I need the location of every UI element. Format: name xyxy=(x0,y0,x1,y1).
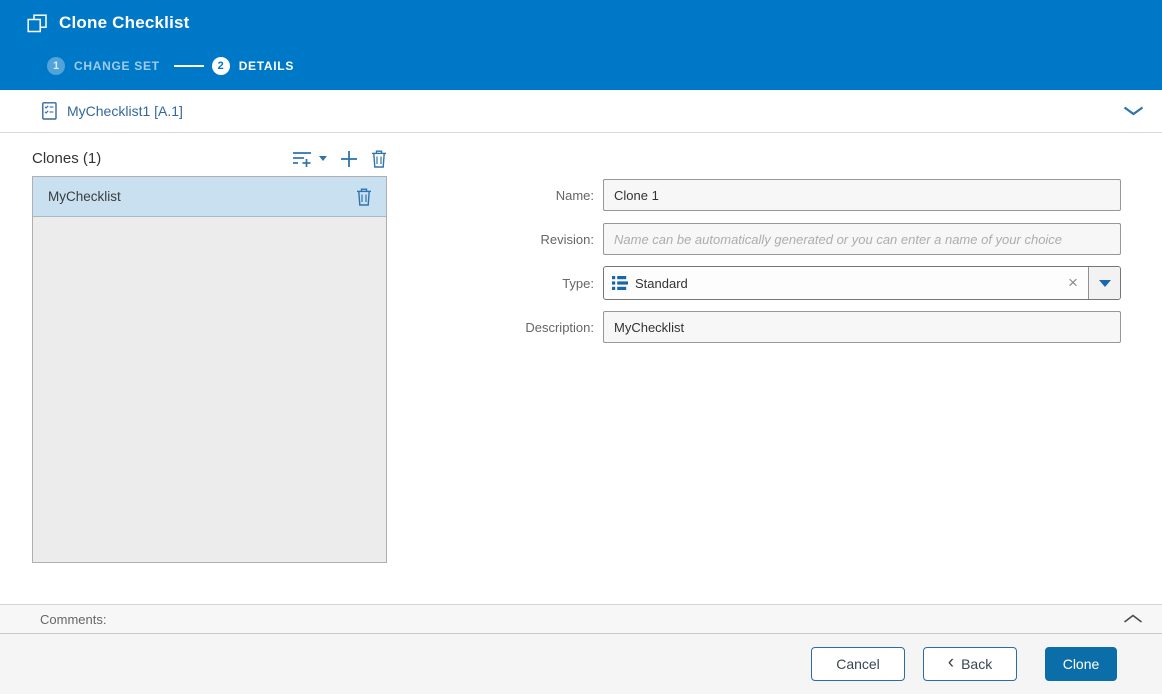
chevron-down-icon[interactable] xyxy=(1122,105,1144,117)
step-2-number: 2 xyxy=(211,57,230,75)
chevron-left-icon: ‹ xyxy=(947,652,955,673)
description-input[interactable] xyxy=(603,311,1121,343)
context-bar: MyChecklist1 [A.1] xyxy=(0,90,1162,133)
clones-panel: Clones (1) MyChecklist xyxy=(32,147,387,563)
step-details[interactable]: 2 DETAILS xyxy=(211,57,295,75)
clear-type-icon[interactable]: × xyxy=(1058,273,1088,293)
step-2-label: DETAILS xyxy=(238,59,295,73)
name-label: Name: xyxy=(555,187,594,203)
delete-clone-button[interactable] xyxy=(371,150,387,168)
step-change-set[interactable]: 1 CHANGE SET xyxy=(47,57,160,75)
add-multiple-clones-button[interactable] xyxy=(292,150,327,168)
type-selected-value: Standard xyxy=(635,275,688,291)
clone-button[interactable]: Clone xyxy=(1045,647,1117,681)
caret-down-icon xyxy=(1098,279,1111,287)
clone-list-item[interactable]: MyChecklist xyxy=(33,177,386,217)
chevron-up-icon[interactable] xyxy=(1122,613,1144,625)
step-1-number: 1 xyxy=(47,57,65,75)
clone-item-label: MyChecklist xyxy=(48,189,121,204)
clones-list: MyChecklist xyxy=(32,176,387,563)
comments-bar[interactable]: Comments: xyxy=(0,604,1162,634)
add-clone-button[interactable] xyxy=(340,150,358,168)
clones-toolbar xyxy=(292,150,387,168)
revision-input[interactable] xyxy=(603,223,1121,255)
step-connector xyxy=(173,65,204,67)
dialog-footer: Cancel ‹ Back Clone xyxy=(0,634,1162,694)
type-standard-icon xyxy=(612,276,628,290)
caret-down-icon xyxy=(319,156,327,161)
step-1-label: CHANGE SET xyxy=(74,59,160,73)
type-dropdown-button[interactable] xyxy=(1088,267,1120,299)
dialog-header: Clone Checklist 1 CHANGE SET 2 DETAILS xyxy=(0,0,1162,90)
context-item-label: MyChecklist1 [A.1] xyxy=(67,103,183,119)
clone-icon xyxy=(27,13,48,33)
cancel-button[interactable]: Cancel xyxy=(811,647,905,681)
clone-details-form: Name: Revision: Type: xyxy=(470,179,1132,343)
back-button-label: Back xyxy=(961,656,993,672)
checklist-document-icon xyxy=(42,102,57,120)
type-label: Type: xyxy=(562,275,594,291)
wizard-steps: 1 CHANGE SET 2 DETAILS xyxy=(47,57,294,75)
name-input[interactable] xyxy=(603,179,1121,211)
comments-label: Comments: xyxy=(40,611,107,627)
back-button[interactable]: ‹ Back xyxy=(923,647,1017,681)
revision-label: Revision: xyxy=(540,231,594,247)
clones-panel-title: Clones (1) xyxy=(32,150,102,167)
dialog-title: Clone Checklist xyxy=(59,13,190,32)
clone-checklist-dialog: Clone Checklist 1 CHANGE SET 2 DETAILS M… xyxy=(0,0,1162,694)
type-combobox[interactable]: Standard × xyxy=(603,266,1121,300)
description-label: Description: xyxy=(525,319,594,335)
delete-item-button[interactable] xyxy=(356,188,372,206)
